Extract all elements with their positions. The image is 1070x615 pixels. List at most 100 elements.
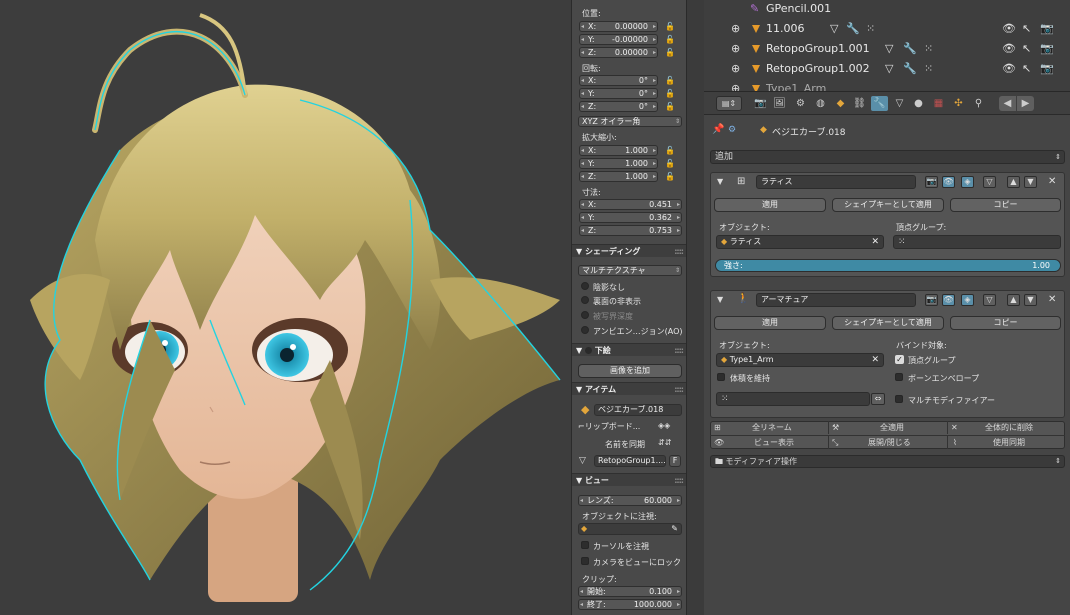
shadeless-checkbox[interactable] (581, 282, 589, 290)
shading-mode-select[interactable]: マルチテクスチャ ⇕ (578, 265, 682, 276)
lock-icon[interactable]: 🔓 (665, 172, 675, 182)
clip-start-field[interactable]: ◂ 開始: 0.100 ▸ (578, 586, 682, 597)
clip-end-field[interactable]: ◂ 終了: 1000.000 ▸ (578, 599, 682, 610)
strength-slider[interactable]: 強さ: 1.00 (715, 259, 1061, 272)
lock-icon[interactable]: 🔓 (665, 89, 675, 99)
scale-y-field[interactable]: ◂ Y: 1.000 ▸ (579, 158, 658, 169)
scale-x-field[interactable]: ◂ X: 1.000 ▸ (579, 145, 658, 156)
rotation-mode-select[interactable]: XYZ オイラー角 ⇕ (578, 116, 682, 127)
lattice-object-field[interactable]: ◆ ラティス ✕ (716, 235, 884, 249)
rotation-z-field[interactable]: ◂ Z: 0° ▸ (579, 101, 658, 112)
backface-culling-checkbox[interactable] (581, 296, 589, 304)
expand-icon[interactable]: ⊕ (731, 83, 740, 92)
modifier-tab-icon[interactable]: 🔧 (871, 96, 888, 111)
render-toggle-icon[interactable]: 📷 (925, 176, 938, 188)
data-block-field[interactable]: RetopoGroup1.... (594, 455, 666, 467)
background-images-header[interactable]: ▼ 下絵:::: (572, 343, 687, 356)
collapse-arrow-icon[interactable]: ▼ (717, 176, 723, 188)
outliner-row[interactable]: ⊕ 11.006 ▽ 🔧 ⁙ 👁 ↖ 📷 (704, 19, 1070, 39)
lock-camera-checkbox[interactable] (581, 557, 589, 565)
move-down-icon[interactable]: ▼ (1024, 176, 1037, 188)
scene-tab-icon[interactable]: ⚙ (792, 96, 809, 111)
move-down-icon[interactable]: ▼ (1024, 294, 1037, 306)
realtime-toggle-icon[interactable]: 👁 (942, 294, 955, 306)
outliner-row[interactable]: ⊕ Type1_Arm (704, 79, 1070, 92)
cage-toggle-icon[interactable]: ▽ (983, 176, 996, 188)
invert-icon[interactable]: ⇔ (871, 393, 885, 405)
lock-icon[interactable]: 🔓 (665, 48, 675, 58)
modifier-name-field[interactable]: アーマチュア (756, 293, 916, 307)
cage-toggle-icon[interactable]: ▽ (983, 294, 996, 306)
apply-as-shape-button[interactable]: シェイプキーとして適用 (832, 198, 944, 212)
object-name-field[interactable]: ベジエカーブ.018 (594, 404, 682, 416)
view-panel-header[interactable]: ▼ ビュー:::: (572, 473, 687, 486)
render-toggle-icon[interactable]: 📷 (925, 294, 938, 306)
shading-panel-header[interactable]: ▼ シェーディング:::: (572, 244, 687, 257)
rename-all-button[interactable]: ⊞ 全リネーム (710, 421, 829, 434)
editor-type-menu[interactable]: ▤⇕ (716, 96, 742, 111)
collapse-arrow-icon[interactable]: ▼ (717, 294, 723, 306)
camera-icon[interactable]: 📷 (1040, 23, 1054, 35)
rotation-y-field[interactable]: ◂ Y: 0° ▸ (579, 88, 658, 99)
material-tab-icon[interactable]: ● (910, 96, 927, 111)
lock-cursor-checkbox[interactable] (581, 541, 589, 549)
location-x-field[interactable]: ◂ X: 0.00000 ▸ (579, 21, 658, 32)
toggle-icon[interactable] (584, 347, 592, 354)
sync-arrows-icon[interactable]: ⇵⇵ (658, 437, 671, 449)
armature-vertex-group-field[interactable]: ⁙ (716, 392, 870, 406)
copy-button[interactable]: コピー (950, 316, 1061, 330)
move-up-icon[interactable]: ▲ (1007, 294, 1020, 306)
vertex-groups-checkbox[interactable]: ✓ (895, 355, 904, 364)
location-y-field[interactable]: ◂ Y: -0.00000 ▸ (579, 34, 658, 45)
object-tab-icon[interactable]: ◆ (832, 96, 849, 111)
dimension-z-field[interactable]: ◂ Z: 0.753 ▸ (579, 225, 682, 236)
dimension-x-field[interactable]: ◂ X: 0.451 ▸ (579, 199, 682, 210)
outliner-row[interactable]: ⊕ RetopoGroup1.001 ▽ 🔧 ⁙ 👁 ↖ 📷 (704, 39, 1070, 59)
object-data-icon[interactable]: ◈◈ (658, 420, 670, 432)
physics-tab-icon[interactable]: ⚲ (970, 96, 987, 111)
render-tab-icon[interactable]: 📷 (752, 96, 769, 111)
bone-envelopes-checkbox[interactable] (895, 373, 903, 381)
lock-icon[interactable]: 🔓 (665, 76, 675, 86)
expand-icon[interactable]: ⊕ (731, 23, 740, 35)
wrench-icon[interactable]: 🔧 (903, 43, 917, 55)
sync-usage-button[interactable]: ⌇ 使用同期 (947, 435, 1065, 449)
particles-tab-icon[interactable]: ✣ (950, 96, 967, 111)
realtime-toggle-icon[interactable]: 👁 (942, 176, 955, 188)
preserve-volume-checkbox[interactable] (717, 373, 725, 381)
clear-icon[interactable]: ✕ (871, 236, 879, 248)
cursor-icon[interactable]: ↖ (1022, 43, 1031, 55)
region-divider[interactable] (686, 0, 706, 615)
lock-icon[interactable]: 🔓 (665, 35, 675, 45)
editmode-toggle-icon[interactable]: ◈ (961, 294, 974, 306)
apply-button[interactable]: 適用 (714, 198, 826, 212)
outliner-row[interactable]: ✎ GPencil.001 (704, 0, 1070, 19)
cursor-icon[interactable]: ↖ (1022, 23, 1031, 35)
close-icon[interactable]: ✕ (1048, 176, 1056, 188)
move-up-icon[interactable]: ▲ (1007, 176, 1020, 188)
lock-icon[interactable]: 🔓 (665, 146, 675, 156)
viewport-display-button[interactable]: 👁 ビュー表示 (710, 435, 829, 449)
data-tab-icon[interactable]: ▽ (891, 96, 908, 111)
fake-user-toggle[interactable]: F (669, 455, 681, 467)
lock-object-field[interactable]: ◆ ✎ (578, 523, 682, 535)
rotation-x-field[interactable]: ◂ X: 0° ▸ (579, 75, 658, 86)
eye-icon[interactable]: 👁 (1002, 43, 1016, 55)
dof-checkbox[interactable] (581, 311, 589, 319)
vertex-group-field[interactable]: ⁙ (893, 235, 1061, 249)
editmode-toggle-icon[interactable]: ◈ (961, 176, 974, 188)
add-modifier-select[interactable]: 追加 ⇕ (710, 150, 1065, 164)
modifier-operations-select[interactable]: 🖿 モディファイア操作 ⇕ (710, 455, 1065, 468)
expand-icon[interactable]: ⊕ (731, 63, 740, 75)
expand-icon[interactable]: ⊕ (731, 43, 740, 55)
ao-checkbox[interactable] (581, 326, 589, 334)
add-image-button[interactable]: 画像を追加 (578, 364, 682, 378)
armature-object-field[interactable]: ◆ Type1_Arm ✕ (716, 353, 884, 367)
item-panel-header[interactable]: ▼ アイテム:::: (572, 382, 687, 395)
eye-icon[interactable]: 👁 (1002, 23, 1016, 35)
pin-icon[interactable]: 📌 (712, 124, 724, 136)
eye-icon[interactable]: 👁 (1002, 63, 1016, 75)
close-icon[interactable]: ✕ (1048, 294, 1056, 306)
lock-icon[interactable]: 🔓 (665, 102, 675, 112)
copy-button[interactable]: コピー (950, 198, 1061, 212)
